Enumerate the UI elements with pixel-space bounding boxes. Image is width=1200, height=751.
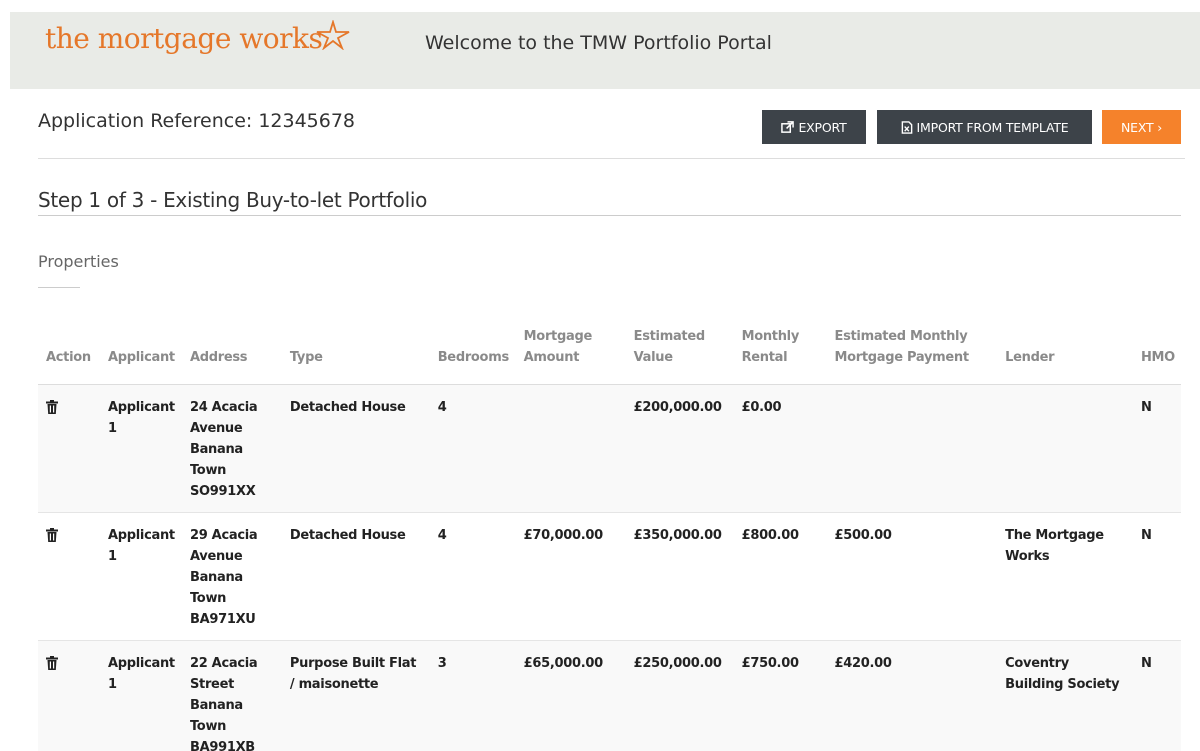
col-header-action: Action <box>38 320 100 385</box>
action-cell <box>38 384 100 513</box>
monthly-rental-cell: £800.00 <box>733 512 827 641</box>
address-cell: 29 Acacia Avenue Banana Town BA971XU <box>181 512 282 641</box>
table-row: Applicant 1 24 Acacia Avenue Banana Town… <box>38 384 1181 513</box>
properties-table: Action Applicant Address Type Bedrooms M… <box>38 320 1181 751</box>
star-icon <box>316 20 350 50</box>
estimated-value-cell: £200,000.00 <box>625 384 734 513</box>
logo-text: the mortgage works <box>45 22 323 55</box>
welcome-message: Welcome to the TMW Portfolio Portal <box>425 32 772 54</box>
estimated-value-cell: £350,000.00 <box>625 512 734 641</box>
col-header-hmo: HMO <box>1132 320 1181 385</box>
col-header-monthly-rental: Monthly Rental <box>733 320 827 385</box>
bedrooms-cell: 3 <box>429 640 516 751</box>
lender-cell: The Mortgage Works <box>997 512 1133 641</box>
next-label: NEXT › <box>1121 119 1162 135</box>
portal-header: the mortgage works Welcome to the TMW Po… <box>10 12 1200 89</box>
applicant-cell: Applicant 1 <box>99 640 182 751</box>
divider <box>38 215 1181 216</box>
trash-icon[interactable] <box>46 400 58 414</box>
trash-icon[interactable] <box>46 528 58 542</box>
step-title: Step 1 of 3 - Existing Buy-to-let Portfo… <box>38 188 428 212</box>
monthly-payment-cell: £500.00 <box>826 512 998 641</box>
lender-cell: Coventry Building Society <box>997 640 1133 751</box>
export-button[interactable]: EXPORT <box>762 110 866 144</box>
table-row: Applicant 1 22 Acacia Street Banana Town… <box>38 640 1181 751</box>
bedrooms-cell: 4 <box>429 512 516 641</box>
monthly-payment-cell <box>826 384 998 513</box>
col-header-lender: Lender <box>997 320 1133 385</box>
next-button[interactable]: NEXT › <box>1102 110 1181 144</box>
divider <box>38 158 1185 159</box>
mortgage-amount-cell: £70,000.00 <box>515 512 626 641</box>
lender-cell <box>997 384 1133 513</box>
section-label-properties: Properties <box>38 252 119 271</box>
col-header-estimated-value: Estimated Value <box>625 320 734 385</box>
col-header-applicant: Applicant <box>99 320 182 385</box>
external-link-icon <box>781 120 795 133</box>
applicant-cell: Applicant 1 <box>99 384 182 513</box>
hmo-cell: N <box>1132 384 1181 513</box>
estimated-value-cell: £250,000.00 <box>625 640 734 751</box>
trash-icon[interactable] <box>46 656 58 670</box>
col-header-mortgage-amount: Mortgage Amount <box>515 320 626 385</box>
import-label: IMPORT FROM TEMPLATE <box>916 119 1069 135</box>
table-row: Applicant 1 29 Acacia Avenue Banana Town… <box>38 512 1181 641</box>
monthly-rental-cell: £0.00 <box>733 384 827 513</box>
action-cell <box>38 640 100 751</box>
col-header-address: Address <box>181 320 282 385</box>
bedrooms-cell: 4 <box>429 384 516 513</box>
hmo-cell: N <box>1132 640 1181 751</box>
import-from-template-button[interactable]: IMPORT FROM TEMPLATE <box>877 110 1092 144</box>
type-cell: Purpose Built Flat / maisonette <box>281 640 430 751</box>
file-excel-icon <box>901 120 912 134</box>
applicant-cell: Applicant 1 <box>99 512 182 641</box>
address-cell: 24 Acacia Avenue Banana Town SO991XX <box>181 384 282 513</box>
monthly-payment-cell: £420.00 <box>826 640 998 751</box>
type-cell: Detached House <box>281 384 430 513</box>
hmo-cell: N <box>1132 512 1181 641</box>
application-reference: Application Reference: 12345678 <box>38 110 356 132</box>
address-cell: 22 Acacia Street Banana Town BA991XB <box>181 640 282 751</box>
table-header-row: Action Applicant Address Type Bedrooms M… <box>38 320 1181 385</box>
export-label: EXPORT <box>798 119 847 135</box>
mortgage-amount-cell <box>515 384 626 513</box>
action-cell <box>38 512 100 641</box>
col-header-monthly-payment: Estimated Monthly Mortgage Payment <box>826 320 998 385</box>
monthly-rental-cell: £750.00 <box>733 640 827 751</box>
col-header-type: Type <box>281 320 430 385</box>
section-underline <box>38 287 80 288</box>
tmw-logo[interactable]: the mortgage works <box>45 20 350 55</box>
mortgage-amount-cell: £65,000.00 <box>515 640 626 751</box>
col-header-bedrooms: Bedrooms <box>429 320 516 385</box>
type-cell: Detached House <box>281 512 430 641</box>
